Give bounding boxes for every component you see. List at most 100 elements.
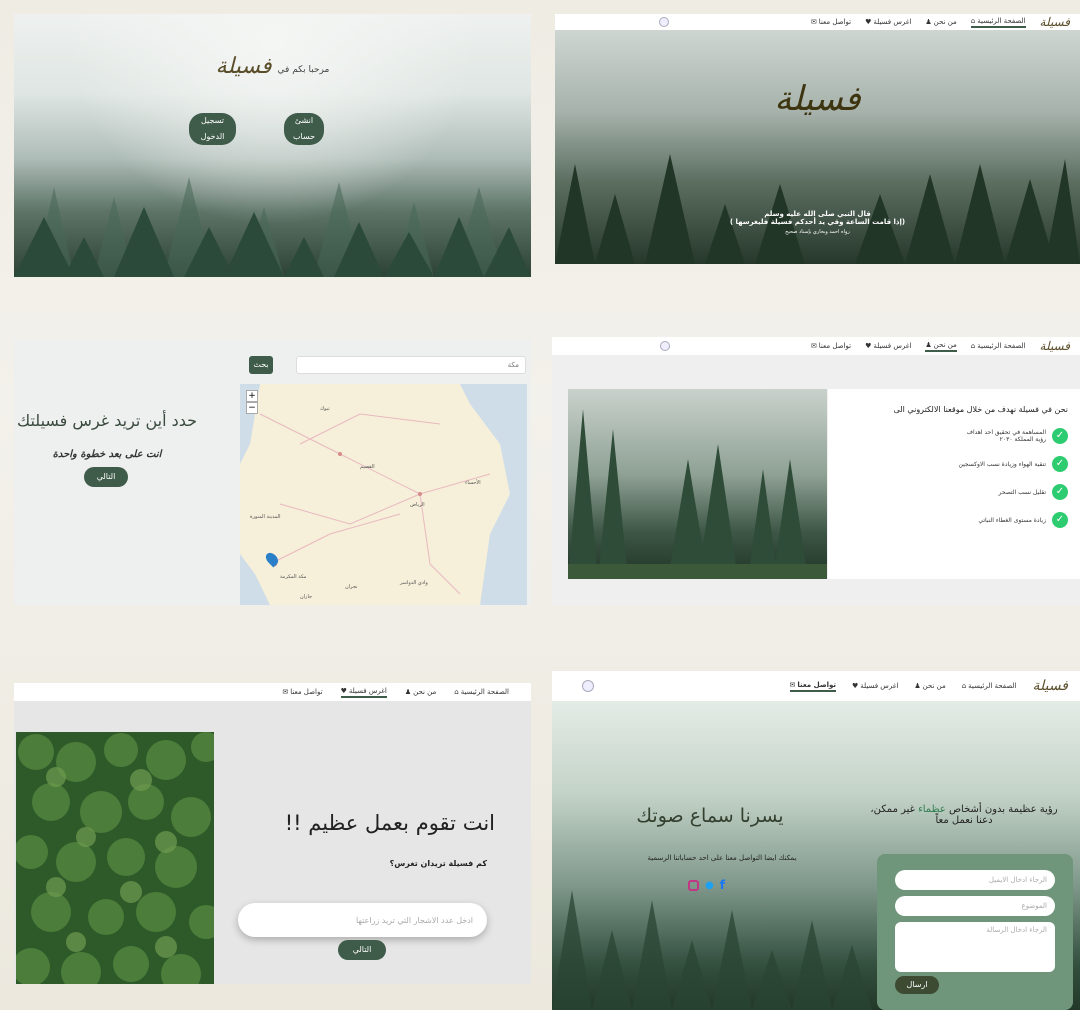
home-icon: ⌂ <box>970 16 976 25</box>
nav-item-contact[interactable]: ✉ تواصل معنا <box>811 18 851 26</box>
subject-field[interactable]: الموضوع <box>895 896 1055 916</box>
panel-about: فسيلة ⌂ الصفحة الرئيسية ♟ من نحن ♥ اغرس فسي… <box>552 337 1080 605</box>
nav-item-plant[interactable]: ♥ اغرس فسيلة <box>852 682 898 690</box>
nav-item-home[interactable]: ⌂ الصفحة الرئيسية <box>962 682 1017 690</box>
navbar: فسيلة ⌂ الصفحة الرئيسية ♟ من نحن ♥ اغرس فسي… <box>552 671 1080 701</box>
navbar: فسيلة ⌂ الصفحة الرئيسية ♟ من نحن ♥ اغرس فسي… <box>555 14 1080 30</box>
panel-hero: فسيلة ⌂ الصفحة الرئيسية ♟ من نحن ♥ اغرس فسي… <box>555 14 1080 264</box>
nav-label: من نحن <box>933 18 957 26</box>
quote-source: رواه احمد وبخاري بإسناد صحيح <box>785 229 850 235</box>
users-icon: ♟ <box>404 688 412 696</box>
home-icon: ⌂ <box>961 682 967 690</box>
envelope-icon: ✉ <box>282 688 289 696</box>
check-icon: ✓ <box>1052 512 1068 528</box>
map-label: القصيم <box>360 464 375 470</box>
nav-item-plant[interactable]: ♥ اغرس فسيلة <box>340 686 387 698</box>
next-button[interactable]: التالي <box>84 467 128 487</box>
nav-label: تواصل معنا <box>290 688 323 696</box>
envelope-icon: ✉ <box>810 18 817 26</box>
envelope-icon: ✉ <box>810 342 817 350</box>
send-button[interactable]: ارسال <box>895 976 939 994</box>
vision-post: غير ممكن، <box>870 804 915 815</box>
message-field[interactable]: الرجاء ادخال الرسالة <box>895 922 1055 972</box>
login-button[interactable]: تسجيل الدخول <box>189 113 236 145</box>
home-icon: ⌂ <box>454 688 459 696</box>
panel-map: مكة بحث + − مكة المكرمة المدينة المنورة … <box>14 339 531 605</box>
trees-count-input[interactable]: ادخل عدد الاشجار التي تريد زراعتها <box>238 903 487 937</box>
map[interactable]: + − مكة المكرمة المدينة المنورة الرياض ا… <box>240 384 527 605</box>
nav-label: من نحن <box>922 682 946 690</box>
nav-item-plant[interactable]: ♥ اغرس فسيلة <box>865 342 911 350</box>
search-input[interactable]: مكة <box>296 356 526 374</box>
about-image <box>568 389 827 579</box>
navbar: فسيلة ⌂ الصفحة الرئيسية ♟ من نحن ♥ اغرس فسي… <box>552 337 1080 355</box>
theme-toggle[interactable] <box>659 17 669 27</box>
nav-item-about[interactable]: ♟ من نحن <box>925 340 957 352</box>
nav-item-home[interactable]: ⌂ الصفحة الرئيسية <box>454 688 509 696</box>
nav-item-contact[interactable]: ✉ تواصل معنا <box>811 342 851 350</box>
home-icon: ⌂ <box>970 342 976 350</box>
contact-form-card: الرجاء ادخال الايميل الموضوع الرجاء ادخا… <box>877 854 1073 1010</box>
goal-item: ✓ تنقية الهواء وزيادة نسب الاوكسجين <box>840 456 1068 472</box>
panel-plant: ⌂ الصفحة الرئيسية ♟ من نحن ♥ اغرس فسيلة ✉ تو… <box>14 683 531 984</box>
theme-toggle[interactable] <box>582 680 594 692</box>
map-label: تبوك <box>320 406 330 412</box>
hero-title: فسيلة <box>774 79 861 119</box>
map-zoom-in[interactable]: + <box>246 390 258 402</box>
plant-heading: انت تقوم بعمل عظيم !! <box>284 811 495 835</box>
nav-item-home[interactable]: ⌂ الصفحة الرئيسية <box>971 342 1026 350</box>
nav-item-about[interactable]: ♟ من نحن <box>925 18 956 26</box>
nav-logo[interactable]: فسيلة <box>1040 15 1070 29</box>
nav-logo[interactable]: فسيلة <box>1032 678 1068 694</box>
goal-item: ✓ زيادة مستوى الغطاء النباتي <box>840 512 1068 528</box>
social-text: يمكنك ايضا التواصل معنا على احد حساباتنا… <box>647 854 797 862</box>
treetops-illustration <box>16 732 214 984</box>
nav-item-contact[interactable]: ✉ تواصل معنا <box>789 680 837 692</box>
nav-item-home[interactable]: ⌂ الصفحة الرئيسية <box>970 16 1026 28</box>
map-label: وادي الدواسر <box>400 580 428 586</box>
check-icon: ✓ <box>1052 484 1068 500</box>
nav-label: من نحن <box>933 340 957 349</box>
forest-illustration <box>568 409 827 579</box>
nav-item-about[interactable]: ♟ من نحن <box>405 688 436 696</box>
map-subheading: انت على بعد خطوة واحدة <box>52 449 162 460</box>
twitter-icon[interactable]: ● <box>705 880 714 891</box>
nav-item-contact[interactable]: ✉ تواصل معنا <box>282 688 322 696</box>
search-button[interactable]: بحث <box>249 356 273 374</box>
panel-contact: فسيلة ⌂ الصفحة الرئيسية ♟ من نحن ♥ اغرس فسي… <box>552 671 1080 1010</box>
vision-pre: رؤية عظيمة بدون أشخاص <box>948 804 1058 815</box>
map-label: الأحساء <box>465 480 481 486</box>
map-label: المدينة المنورة <box>250 514 281 520</box>
check-icon: ✓ <box>1052 456 1068 472</box>
nav-item-about[interactable]: ♟ من نحن <box>914 682 945 690</box>
next-button[interactable]: التالي <box>338 940 386 960</box>
goal-text: تقليل نسب التصحر <box>998 488 1046 496</box>
nav-label: اغرس فسيلة <box>860 682 899 690</box>
nav-item-plant[interactable]: ♥ اغرس فسيلة <box>865 18 911 26</box>
goal-text: تنقية الهواء وزيادة نسب الاوكسجين <box>958 460 1047 468</box>
nav-label: الصفحة الرئيسية <box>977 342 1026 350</box>
nav-label: تواصل معنا <box>797 680 837 689</box>
email-field[interactable]: الرجاء ادخال الايميل <box>895 870 1055 890</box>
facebook-icon[interactable]: f <box>720 878 725 892</box>
create-account-button[interactable]: انشئ حساب <box>284 113 324 145</box>
nav-label: اغرس فسيلة <box>873 18 912 26</box>
map-heading: حدد أين تريد غرس فسيلتك <box>16 411 198 430</box>
vision-text: رؤية عظيمة بدون أشخاص عظماء غير ممكن، دع… <box>854 804 1074 826</box>
goal-text: المساهمة في تحقيق احد اهداف رؤية المملكة… <box>966 429 1046 443</box>
vision-line2: دعنا نعمل معاً <box>935 815 993 826</box>
theme-toggle[interactable] <box>660 341 670 351</box>
happy-heading: يسرنا سماع صوتك <box>636 805 784 827</box>
instagram-icon[interactable] <box>688 879 699 891</box>
nav-logo[interactable]: فسيلة <box>1040 339 1070 353</box>
about-content: نحن في فسيلة نهدف من خلال موقعنا الالكتر… <box>828 389 1080 579</box>
quote-line2: (إذا قامت الساعة وفي يد أحدكم فسيلة فليغ… <box>729 218 906 226</box>
nav-label: من نحن <box>413 688 437 696</box>
map-label: نجران <box>345 584 358 590</box>
map-zoom-out[interactable]: − <box>246 402 258 414</box>
about-intro: نحن في فسيلة نهدف من خلال موقعنا الالكتر… <box>893 405 1068 414</box>
seedling-icon: ♥ <box>865 18 872 26</box>
seedling-icon: ♥ <box>340 686 347 695</box>
goal-text: زيادة مستوى الغطاء النباتي <box>978 516 1046 524</box>
map-roads <box>240 384 527 605</box>
